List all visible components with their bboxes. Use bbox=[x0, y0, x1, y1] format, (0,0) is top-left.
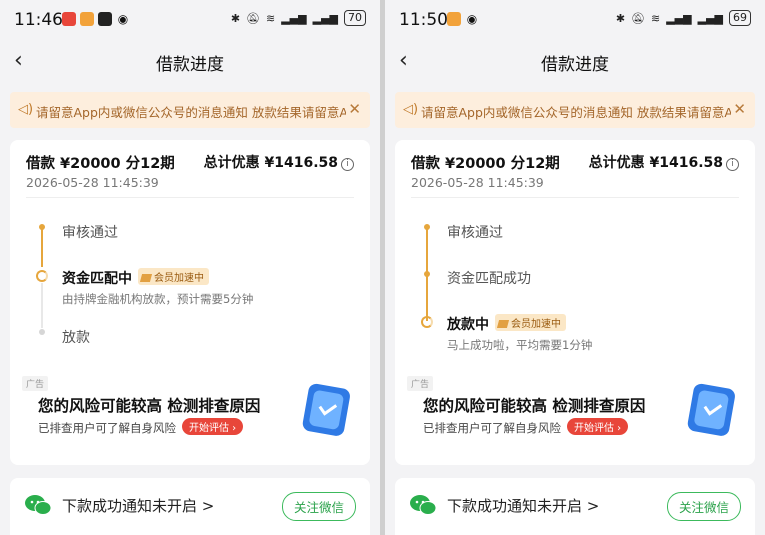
timeline-dot bbox=[424, 224, 430, 230]
timeline-dot bbox=[39, 329, 45, 335]
wifi-icon: ≋ bbox=[651, 11, 661, 25]
follow-wechat-button[interactable]: 关注微信 bbox=[281, 492, 356, 521]
notice-banner: ◁) 请留意App内或微信公众号的消息通知 放款结果请留意App内或微信公众号的… bbox=[395, 92, 755, 128]
loan-summary: 借款 ¥20000 分12期 bbox=[411, 156, 560, 172]
step-approved: 审核通过 bbox=[62, 225, 118, 241]
signal-icon: ▂▄▆ bbox=[281, 11, 307, 25]
eye-icon: ◉ bbox=[117, 12, 129, 26]
start-assess-button[interactable]: 开始评估 › bbox=[182, 418, 244, 435]
follow-wechat-button[interactable]: 关注微信 bbox=[666, 492, 741, 521]
status-bar: 11:46 ◉ ✱ 🔕︎ ≋ ▂▄▆ ▂▄▆ 70 bbox=[0, 0, 380, 38]
step-subtext: 马上成功啦，平均需要1分钟 bbox=[447, 338, 593, 352]
speaker-icon: ◁) bbox=[18, 102, 34, 117]
phone-screen-left: 11:46 ◉ ✱ 🔕︎ ≋ ▂▄▆ ▂▄▆ 70 ‹ 借款进度 ◁) 请留意A… bbox=[0, 0, 380, 535]
ad-tag: 广告 bbox=[407, 376, 434, 391]
signal-icon: ▂▄▆ bbox=[697, 11, 723, 25]
notification-icons: ◉ bbox=[447, 12, 479, 26]
notice-text: 请留意App内或微信公众号的消息通知 放款结果请留意App内或微信公众号的消息通… bbox=[421, 105, 731, 120]
mute-icon: 🔕︎ bbox=[631, 11, 645, 25]
loan-datetime: 2026-05-28 11:45:39 bbox=[26, 175, 159, 190]
loan-summary: 借款 ¥20000 分12期 bbox=[26, 156, 175, 172]
step-subtext: 由持牌金融机构放款，预计需要5分钟 bbox=[62, 292, 254, 306]
signal-icon: ▂▄▆ bbox=[666, 11, 692, 25]
vip-icon bbox=[139, 274, 153, 282]
app-notification-icon bbox=[62, 12, 76, 26]
wechat-notice-bar: 下款成功通知未开启 > 关注微信 bbox=[10, 478, 370, 535]
mute-icon: 🔕︎ bbox=[246, 11, 260, 25]
eye-icon: ◉ bbox=[466, 12, 478, 26]
divider bbox=[26, 197, 354, 198]
info-icon[interactable]: i bbox=[341, 158, 354, 171]
notice-banner: ◁) 请留意App内或微信公众号的消息通知 放款结果请留意App内或微信公众号的… bbox=[10, 92, 370, 128]
loan-datetime: 2026-05-28 11:45:39 bbox=[411, 175, 544, 190]
status-time: 11:50 bbox=[399, 10, 448, 30]
app-notification-icon bbox=[98, 12, 112, 26]
total-discount[interactable]: 总计优惠 ¥1416.58 i bbox=[204, 152, 354, 172]
progress-card: 借款 ¥20000 分12期 总计优惠 ¥1416.58 i 2026-05-28… bbox=[10, 140, 370, 465]
bluetooth-icon: ✱ bbox=[615, 11, 626, 25]
battery-indicator: 70 bbox=[344, 10, 366, 26]
vip-badge: 会员加速中 bbox=[138, 268, 209, 285]
app-notification-icon bbox=[447, 12, 461, 26]
notification-icons: ◉ bbox=[62, 12, 130, 26]
battery-indicator: 69 bbox=[729, 10, 751, 26]
step-approved: 审核通过 bbox=[447, 225, 503, 241]
notice-text: 请留意App内或微信公众号的消息通知 放款结果请留意App内或微信公众号的消息通… bbox=[36, 105, 346, 120]
speaker-icon: ◁) bbox=[403, 102, 419, 117]
ad-subtitle: 已排查用户可了解自身风险 开始评估 › bbox=[423, 418, 629, 436]
phone-screen-right: 11:50 ◉ ✱ 🔕︎ ≋ ▂▄▆ ▂▄▆ 69 ‹ 借款进度 ◁) 请留意A… bbox=[385, 0, 765, 535]
close-icon[interactable]: ✕ bbox=[348, 100, 361, 118]
timeline-dot bbox=[424, 271, 430, 277]
timeline-dot bbox=[39, 224, 45, 230]
nav-bar: ‹ 借款进度 bbox=[385, 40, 765, 80]
notify-off-link[interactable]: 下款成功通知未开启 > bbox=[447, 495, 599, 516]
wechat-notice-bar: 下款成功通知未开启 > 关注微信 bbox=[395, 478, 755, 535]
step-disbursing: 放款中 会员加速中 bbox=[447, 314, 566, 334]
shield-icon bbox=[687, 383, 735, 436]
timeline-line bbox=[41, 283, 43, 328]
notify-off-link[interactable]: 下款成功通知未开启 > bbox=[62, 495, 214, 516]
status-time: 11:46 bbox=[14, 10, 63, 30]
ad-title[interactable]: 您的风险可能较高 检测排查原因 bbox=[423, 394, 645, 416]
start-assess-button[interactable]: 开始评估 › bbox=[567, 418, 629, 435]
signal-icon: ▂▄▆ bbox=[312, 11, 338, 25]
loading-ring-icon bbox=[36, 270, 48, 282]
shield-icon bbox=[302, 383, 350, 436]
progress-card: 借款 ¥20000 分12期 总计优惠 ¥1416.58 i 2026-05-28… bbox=[395, 140, 755, 465]
status-right-icons: ✱ 🔕︎ ≋ ▂▄▆ ▂▄▆ 70 bbox=[231, 10, 366, 26]
close-icon[interactable]: ✕ bbox=[733, 100, 746, 118]
vip-badge: 会员加速中 bbox=[495, 314, 566, 331]
wechat-icon bbox=[410, 495, 437, 515]
app-notification-icon bbox=[80, 12, 94, 26]
step-disburse: 放款 bbox=[62, 330, 90, 346]
info-icon[interactable]: i bbox=[726, 158, 739, 171]
status-right-icons: ✱ 🔕︎ ≋ ▂▄▆ ▂▄▆ 69 bbox=[616, 10, 751, 26]
timeline-line bbox=[41, 227, 43, 267]
divider bbox=[411, 197, 739, 198]
page-title: 借款进度 bbox=[541, 55, 609, 75]
step-matching: 资金匹配中 会员加速中 bbox=[62, 268, 209, 288]
loading-ring-icon bbox=[421, 316, 433, 328]
nav-bar: ‹ 借款进度 bbox=[0, 40, 380, 80]
wechat-icon bbox=[25, 495, 52, 515]
step-matched: 资金匹配成功 bbox=[447, 271, 531, 287]
ad-title[interactable]: 您的风险可能较高 检测排查原因 bbox=[38, 394, 260, 416]
vip-icon bbox=[496, 320, 510, 328]
status-bar: 11:50 ◉ ✱ 🔕︎ ≋ ▂▄▆ ▂▄▆ 69 bbox=[385, 0, 765, 38]
wifi-icon: ≋ bbox=[266, 11, 276, 25]
ad-subtitle: 已排查用户可了解自身风险 开始评估 › bbox=[38, 418, 244, 436]
bluetooth-icon: ✱ bbox=[230, 11, 241, 25]
page-title: 借款进度 bbox=[156, 55, 224, 75]
ad-tag: 广告 bbox=[22, 376, 49, 391]
total-discount[interactable]: 总计优惠 ¥1416.58 i bbox=[589, 152, 739, 172]
